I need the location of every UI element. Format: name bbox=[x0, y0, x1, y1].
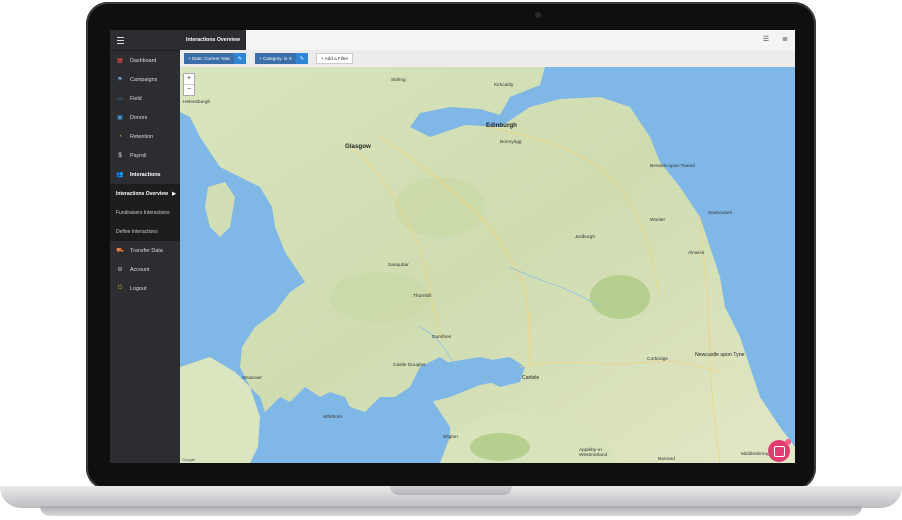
chat-icon bbox=[773, 445, 785, 457]
map-label-appleby: Appleby-in-Westmorland bbox=[579, 448, 608, 458]
sidebar-item-dashboard[interactable]: ▦ Dashboard bbox=[110, 51, 180, 70]
map-label-corbridge: Corbridge bbox=[647, 357, 669, 362]
sidebar-item-logout[interactable]: ⎋ Logout bbox=[110, 279, 180, 298]
logout-icon: ⎋ bbox=[117, 285, 123, 291]
laptop-notch bbox=[390, 486, 512, 495]
retention-icon: ◔ bbox=[118, 133, 122, 140]
map-label-berwick: Berwick-upon-Tweed bbox=[650, 164, 695, 169]
donors-icon: ▣ bbox=[117, 115, 123, 121]
map-label-helensburgh: Helensburgh bbox=[183, 100, 211, 105]
sidebar-item-retention[interactable]: ◔ Retention bbox=[110, 127, 180, 146]
map-view[interactable]: + − Stirling Kirkcaldy Helensburgh Edinb… bbox=[180, 67, 795, 463]
map-label-barnard: Barnard bbox=[658, 457, 676, 462]
sidebar-item-label: Account bbox=[130, 266, 150, 273]
sidebar-item-donors[interactable]: ▣ Donors bbox=[110, 108, 180, 127]
sidebar-item-payroll[interactable]: $ Payroll bbox=[110, 146, 180, 165]
map-label-wooler: Wooler bbox=[650, 218, 666, 223]
subnav-item-interactions-overview[interactable]: Interactions Overview ▶ bbox=[110, 184, 180, 203]
sidebar-item-label: Donors bbox=[130, 114, 148, 121]
filter-chip-date-label[interactable]: + Date: Current Year bbox=[184, 53, 235, 64]
sidebar-item-field[interactable]: ▭ Field bbox=[110, 89, 180, 108]
sidebar-item-label: Interactions bbox=[130, 171, 161, 178]
sidebar-item-label: Retention bbox=[130, 133, 154, 140]
filter-bar: + Date: Current Year ✎ + Category: is X … bbox=[180, 50, 795, 68]
pencil-icon[interactable]: ✎ bbox=[234, 53, 247, 64]
map-label-dumfries: Dumfries bbox=[432, 335, 452, 340]
sidebar-nav: ▦ Dashboard ⚑ Campaigns ▭ Field ▣ Donors ◔ Retent… bbox=[110, 51, 180, 184]
chat-button[interactable] bbox=[768, 439, 791, 462]
map-label-wigton: Wigton bbox=[443, 435, 458, 440]
sidebar-bottom-nav: ⛟ Transfer Data ⚙ Account ⎋ Logout bbox=[110, 241, 180, 298]
zoom-out-button[interactable]: − bbox=[184, 85, 194, 95]
top-bar: Interactions Overview ☰ ≣ bbox=[180, 30, 795, 51]
filter-chip-category[interactable]: + Category: is X ✎ bbox=[255, 53, 308, 64]
map-label-stranraer: Stranraer bbox=[242, 376, 262, 381]
sidebar-item-label: Campaigns bbox=[130, 76, 158, 83]
sidebar-item-label: Transfer Data bbox=[130, 247, 163, 254]
transfer-icon: ⛟ bbox=[116, 247, 124, 254]
app-screen: ▦ Dashboard ⚑ Campaigns ▭ Field ▣ Donors ◔ Retent… bbox=[110, 30, 795, 463]
page-title-tab[interactable]: Interactions Overview bbox=[180, 30, 246, 50]
zoom-control: + − bbox=[183, 73, 195, 96]
map-label-seahouses: Seahouses bbox=[708, 211, 733, 216]
sidebar-item-transfer-data[interactable]: ⛟ Transfer Data bbox=[110, 241, 180, 260]
flag-icon: ⚑ bbox=[117, 77, 123, 83]
sidebar-item-label: Dashboard bbox=[130, 57, 157, 64]
sidebar-item-campaigns[interactable]: ⚑ Campaigns bbox=[110, 70, 180, 89]
map-label-castle-douglas: Castle Douglas bbox=[393, 363, 426, 368]
subnav-item-label: Interactions Overview bbox=[116, 190, 168, 197]
dollar-icon: $ bbox=[118, 152, 122, 159]
users-icon: 👥 bbox=[116, 172, 124, 178]
sidebar-header bbox=[110, 30, 180, 51]
subnav-item-fundraisers-interactions[interactable]: Fundraisers Interactions bbox=[110, 203, 180, 222]
map-label-kirkcaldy: Kirkcaldy bbox=[494, 83, 514, 88]
sidebar-item-interactions[interactable]: 👥 Interactions bbox=[110, 165, 180, 184]
pencil-icon[interactable]: ✎ bbox=[295, 53, 308, 64]
sidebar-item-label: Field bbox=[130, 95, 142, 102]
sidebar-item-label: Logout bbox=[130, 285, 147, 292]
map-label-thornhill: Thornhill bbox=[413, 294, 432, 299]
detail-list-icon[interactable]: ≣ bbox=[781, 36, 789, 44]
subnav-item-define-interactions[interactable]: Define Interactions bbox=[110, 222, 180, 241]
map-label-stirling: Stirling bbox=[391, 78, 406, 83]
notification-dot bbox=[785, 439, 791, 445]
gear-icon: ⚙ bbox=[117, 267, 123, 273]
caret-right-icon: ▶ bbox=[172, 190, 176, 197]
map-label-newcastle: Newcastle upon Tyne bbox=[695, 352, 745, 358]
subnav-item-label: Fundraisers Interactions bbox=[116, 209, 170, 216]
map-label-glasgow: Glasgow bbox=[345, 143, 371, 150]
filter-chip-date[interactable]: + Date: Current Year ✎ bbox=[184, 53, 247, 64]
add-filter-button[interactable]: + Add a Filter bbox=[316, 53, 354, 64]
filter-chip-category-label[interactable]: + Category: is X bbox=[255, 53, 296, 64]
subnav-item-label: Define Interactions bbox=[116, 228, 158, 235]
sidebar: ▦ Dashboard ⚑ Campaigns ▭ Field ▣ Donors ◔ Retent… bbox=[110, 30, 180, 463]
map-label-edinburgh: Edinburgh bbox=[486, 122, 517, 129]
monitor-icon: ▭ bbox=[117, 96, 123, 102]
sidebar-item-account[interactable]: ⚙ Account bbox=[110, 260, 180, 279]
list-view-icon[interactable]: ☰ bbox=[762, 36, 770, 44]
hamburger-icon[interactable] bbox=[117, 36, 124, 44]
map-label-carlisle: Carlisle bbox=[522, 375, 540, 381]
map-label-sanquhar: Sanquhar bbox=[388, 263, 409, 268]
map-attribution: Google bbox=[182, 457, 195, 462]
sidebar-subnav: Interactions Overview ▶ Fundraisers Intera… bbox=[110, 184, 180, 241]
map-label-bonnyrigg: Bonnyrigg bbox=[500, 140, 522, 145]
zoom-in-button[interactable]: + bbox=[184, 74, 194, 85]
laptop-base-edge bbox=[40, 506, 862, 516]
map-label-whithorn: Whithorn bbox=[323, 415, 343, 420]
map-label-jedburgh: Jedburgh bbox=[575, 235, 596, 240]
sidebar-item-label: Payroll bbox=[130, 152, 147, 159]
map-label-alnwick: Alnwick bbox=[688, 251, 705, 256]
camera bbox=[535, 12, 541, 18]
dashboard-icon: ▦ bbox=[117, 58, 123, 64]
